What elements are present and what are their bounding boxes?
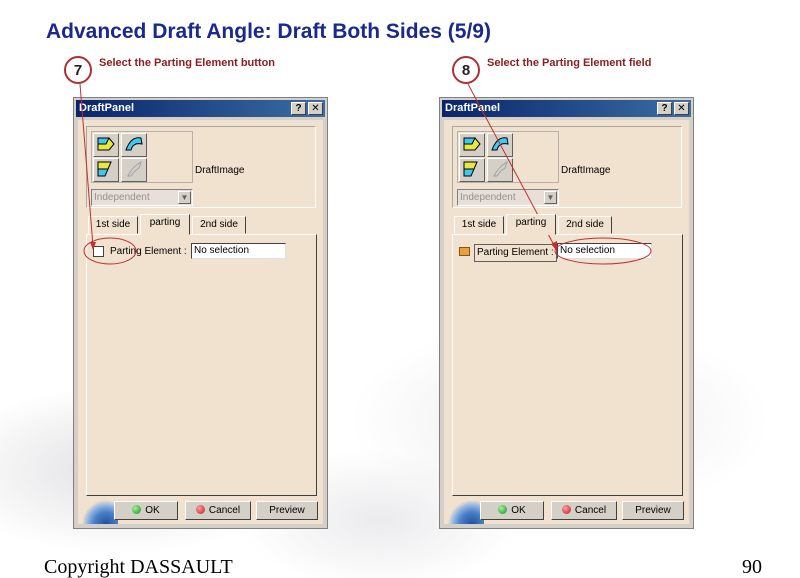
parting-element-field[interactable]: No selection [191, 243, 286, 259]
parting-element-button[interactable] [459, 247, 470, 256]
step-number: 8 [461, 61, 471, 79]
close-button[interactable]: ✕ [674, 102, 689, 115]
cancel-icon [561, 505, 571, 514]
tab-content: Parting Element : No selection [86, 234, 317, 496]
tab-1st-side[interactable]: 1st side [454, 216, 504, 234]
draft-variable-icon[interactable] [459, 158, 485, 182]
draft-face-icon[interactable] [459, 133, 485, 157]
window-title: DraftPanel [79, 102, 135, 114]
chevron-down-icon[interactable]: ▼ [178, 191, 191, 204]
tab-content: Parting Element : No selection [452, 234, 683, 496]
slide-title: Advanced Draft Angle: Draft Both Sides (… [46, 20, 491, 43]
step-text-8: Select the Parting Element field [487, 57, 652, 69]
close-button[interactable]: ✕ [308, 102, 323, 115]
combo-value: Independent [460, 192, 516, 203]
help-icon: ? [295, 103, 302, 114]
dialog-buttons: OK Cancel Preview [444, 496, 689, 524]
tab-1st-side[interactable]: 1st side [88, 216, 138, 234]
step-text-7: Select the Parting Element button [99, 57, 276, 69]
mode-combo[interactable]: Independent ▼ [457, 189, 559, 206]
globe-icon [444, 498, 484, 524]
draft-image-label: DraftImage [561, 165, 611, 176]
step-badge-7: 7 [64, 56, 92, 84]
preview-button[interactable]: Preview [622, 501, 684, 520]
panel-titlebar: DraftPanel ? ✕ [442, 100, 691, 117]
draft-surface-icon[interactable] [121, 158, 147, 182]
draft-image-box: DraftImage Independent ▼ [452, 126, 682, 208]
close-icon: ✕ [677, 103, 686, 114]
help-button[interactable]: ? [291, 102, 306, 115]
close-icon: ✕ [311, 103, 320, 114]
panel-body: DraftImage Independent ▼ 1st side partin… [78, 120, 323, 524]
cancel-icon [195, 505, 205, 514]
parting-element-label: Parting Element : [110, 246, 187, 257]
ok-button[interactable]: OK [480, 501, 544, 520]
parting-element-row: Parting Element : No selection [93, 243, 308, 261]
copyright: Copyright DASSAULT [44, 556, 233, 578]
parting-element-label: Parting Element : [474, 244, 557, 262]
tab-2nd-side[interactable]: 2nd side [192, 216, 246, 234]
draft-surface-icon[interactable] [487, 158, 513, 182]
tab-parting[interactable]: parting [140, 214, 190, 235]
preview-button[interactable]: Preview [256, 501, 318, 520]
draft-image-label: DraftImage [195, 165, 245, 176]
parting-element-field[interactable]: No selection [557, 243, 652, 259]
cancel-label: Cancel [208, 505, 241, 516]
parting-element-button[interactable] [93, 246, 104, 257]
globe-icon [78, 498, 118, 524]
tab-2nd-side[interactable]: 2nd side [558, 216, 612, 234]
cancel-button[interactable]: Cancel [551, 501, 617, 520]
cancel-label: Cancel [574, 505, 607, 516]
dialog-buttons: OK Cancel Preview [78, 496, 323, 524]
draft-panel-right: DraftPanel ? ✕ DraftImage Independent ▼ … [439, 97, 694, 529]
parting-element-row: Parting Element : No selection [459, 243, 674, 262]
draft-variable-icon[interactable] [93, 158, 119, 182]
ok-label: OK [511, 505, 526, 516]
step-badge-8: 8 [452, 56, 480, 84]
help-button[interactable]: ? [657, 102, 672, 115]
panel-body: DraftImage Independent ▼ 1st side partin… [444, 120, 689, 524]
mode-combo[interactable]: Independent ▼ [91, 189, 193, 206]
step-number: 7 [73, 61, 83, 79]
ok-button[interactable]: OK [114, 501, 178, 520]
draft-type-icons [457, 131, 559, 183]
cancel-button[interactable]: Cancel [185, 501, 251, 520]
chevron-down-icon[interactable]: ▼ [544, 191, 557, 204]
draft-image-box: DraftImage Independent ▼ [86, 126, 316, 208]
draft-reflect-icon[interactable] [121, 133, 147, 157]
draft-face-icon[interactable] [93, 133, 119, 157]
draft-panel-left: DraftPanel ? ✕ DraftImage Independent ▼ … [73, 97, 328, 529]
tab-parting[interactable]: parting [506, 214, 556, 235]
ok-icon [132, 505, 142, 514]
ok-label: OK [145, 505, 160, 516]
help-icon: ? [661, 103, 668, 114]
page-number: 90 [742, 556, 762, 578]
window-title: DraftPanel [445, 102, 501, 114]
combo-value: Independent [94, 192, 150, 203]
draft-reflect-icon[interactable] [487, 133, 513, 157]
draft-type-icons [91, 131, 193, 183]
ok-icon [498, 505, 508, 514]
panel-titlebar: DraftPanel ? ✕ [76, 100, 325, 117]
